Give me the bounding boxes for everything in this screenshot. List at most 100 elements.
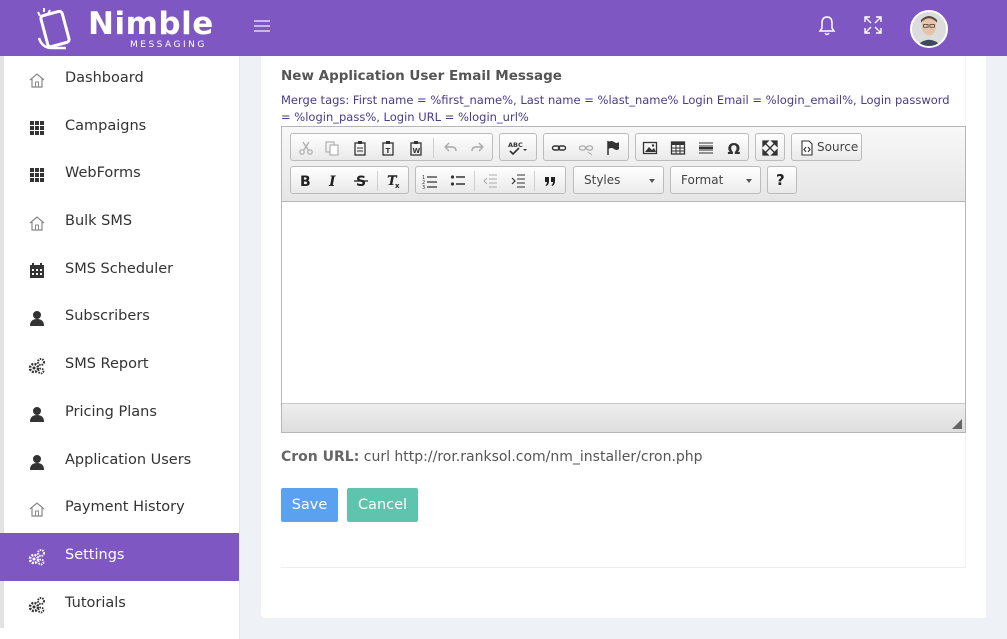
bell-icon[interactable] (817, 15, 837, 37)
sidebar-item-campaigns[interactable]: Campaigns (0, 103, 239, 152)
calendar-icon (30, 262, 44, 278)
save-button[interactable]: Save (281, 488, 338, 522)
toolbar-separator (433, 138, 434, 158)
editor-status-bar (282, 403, 965, 432)
user-icon (30, 311, 44, 327)
paste-text-icon[interactable]: T (377, 137, 399, 159)
maximize-icon[interactable] (759, 137, 781, 159)
anchor-flag-icon[interactable] (602, 137, 624, 159)
format-dropdown[interactable]: Format (670, 166, 761, 194)
user-icon (30, 454, 44, 470)
toolbar-separator (377, 171, 378, 191)
cron-url-label: Cron URL: (281, 449, 360, 465)
sidebar-item-label: Application Users (65, 451, 192, 468)
sidebar-item-label: Campaigns (65, 117, 147, 134)
links-group (543, 133, 629, 161)
sidebar-item-tutorials[interactable]: Tutorials (0, 580, 239, 629)
field-title: New Application User Email Message (281, 68, 562, 84)
sidebar-item-sms-report[interactable]: SMS Report (0, 342, 239, 390)
editor-toolbar: T W ABC Ω Source B I S T x 1 2 3 Styles … (282, 127, 965, 202)
copy-icon[interactable] (321, 137, 343, 159)
link-icon[interactable] (548, 137, 570, 159)
sidebar-item-webforms[interactable]: WebForms (0, 151, 239, 200)
special-char-icon[interactable]: Ω (723, 137, 745, 159)
paste-icon[interactable] (349, 137, 371, 159)
sidebar-item-sms-scheduler[interactable]: SMS Scheduler (0, 246, 239, 295)
sidebar-item-pricing-plans[interactable]: Pricing Plans (0, 389, 239, 438)
sidebar-item-label: Payment History (65, 499, 185, 516)
unlink-icon[interactable] (575, 137, 597, 159)
phone-logo-icon (37, 8, 71, 50)
chevron-down-icon (746, 179, 752, 183)
home-icon (29, 502, 45, 517)
svg-text:B: B (300, 174, 311, 189)
svg-text:I: I (328, 174, 336, 189)
user-avatar[interactable] (910, 10, 948, 48)
image-icon[interactable] (639, 137, 661, 159)
brand-logo[interactable]: Nimble MESSAGING (32, 2, 214, 54)
horizontal-line-icon[interactable] (695, 137, 717, 159)
cron-url: Cron URL: curl http://ror.ranksol.com/nm… (281, 449, 703, 465)
styles-dropdown-label: Styles (584, 173, 621, 187)
home-icon (29, 216, 45, 231)
home-icon (29, 73, 45, 88)
hamburger-icon[interactable] (254, 20, 270, 34)
bulleted-list-icon[interactable] (447, 170, 469, 192)
redo-icon[interactable] (467, 137, 489, 159)
numbered-list-icon[interactable]: 123 (419, 170, 441, 192)
resize-handle-icon[interactable] (952, 419, 962, 429)
user-icon (30, 406, 44, 422)
gears-icon (28, 358, 45, 375)
sidebar-item-payment-history[interactable]: Payment History (0, 485, 239, 533)
sidebar-item-label: Settings (65, 546, 125, 563)
svg-text:ABC: ABC (508, 141, 523, 149)
chevron-down-icon (649, 179, 655, 183)
sidebar-item-label: WebForms (65, 165, 141, 182)
brand-subtitle: MESSAGING (130, 40, 207, 50)
cancel-button[interactable]: Cancel (347, 488, 418, 522)
paragraph-group: 123 (415, 166, 566, 194)
format-dropdown-label: Format (681, 173, 724, 187)
table-icon[interactable] (667, 137, 689, 159)
svg-text:T: T (386, 147, 391, 155)
italic-icon[interactable]: I (322, 170, 344, 192)
help-button[interactable]: ? (776, 167, 785, 193)
sidebar-item-application-users[interactable]: Application Users (0, 437, 239, 486)
bold-icon[interactable]: B (294, 170, 316, 192)
sidebar-item-dashboard[interactable]: Dashboard (0, 56, 239, 104)
grid-icon (30, 120, 44, 135)
blockquote-icon[interactable] (539, 170, 561, 192)
gears-icon (28, 596, 45, 613)
expand-icon[interactable] (863, 15, 883, 35)
top-bar: Nimble MESSAGING (0, 0, 1007, 56)
grid-icon (30, 168, 44, 183)
styles-dropdown[interactable]: Styles (573, 166, 664, 194)
outdent-icon[interactable] (479, 170, 501, 192)
sidebar-item-label: SMS Scheduler (65, 260, 174, 277)
spellcheck-icon[interactable]: ABC (504, 137, 532, 159)
editor-content-area[interactable] (282, 203, 965, 403)
sidebar-item-settings[interactable]: Settings (0, 532, 239, 581)
source-group: Source (791, 133, 862, 161)
merge-tags-help: Merge tags: First name = %first_name%, L… (281, 93, 950, 124)
svg-text:x: x (395, 182, 400, 189)
brand-name: Nimble (88, 6, 214, 42)
gears-icon (28, 548, 45, 566)
cut-icon[interactable] (295, 137, 317, 159)
sidebar-item-label: Tutorials (65, 594, 126, 611)
sidebar-item-subscribers[interactable]: Subscribers (0, 294, 239, 343)
sidebar-item-label: Bulk SMS (65, 213, 133, 230)
strikethrough-icon[interactable]: S (350, 170, 372, 192)
source-button[interactable]: Source (817, 134, 858, 160)
maximize-group (755, 133, 785, 161)
remove-format-icon[interactable]: Tx (383, 170, 405, 192)
clipboard-group: T W (290, 133, 493, 161)
paste-word-icon[interactable]: W (405, 137, 427, 159)
sidebar-item-label: Subscribers (65, 308, 150, 325)
source-icon[interactable] (796, 137, 818, 159)
sidebar-item-bulk-sms[interactable]: Bulk SMS (0, 199, 239, 247)
indent-icon[interactable] (507, 170, 529, 192)
undo-icon[interactable] (439, 137, 461, 159)
rich-text-editor: T W ABC Ω Source B I S T x 1 2 3 Styles … (281, 126, 966, 433)
sidebar-item-label: SMS Report (65, 356, 149, 373)
